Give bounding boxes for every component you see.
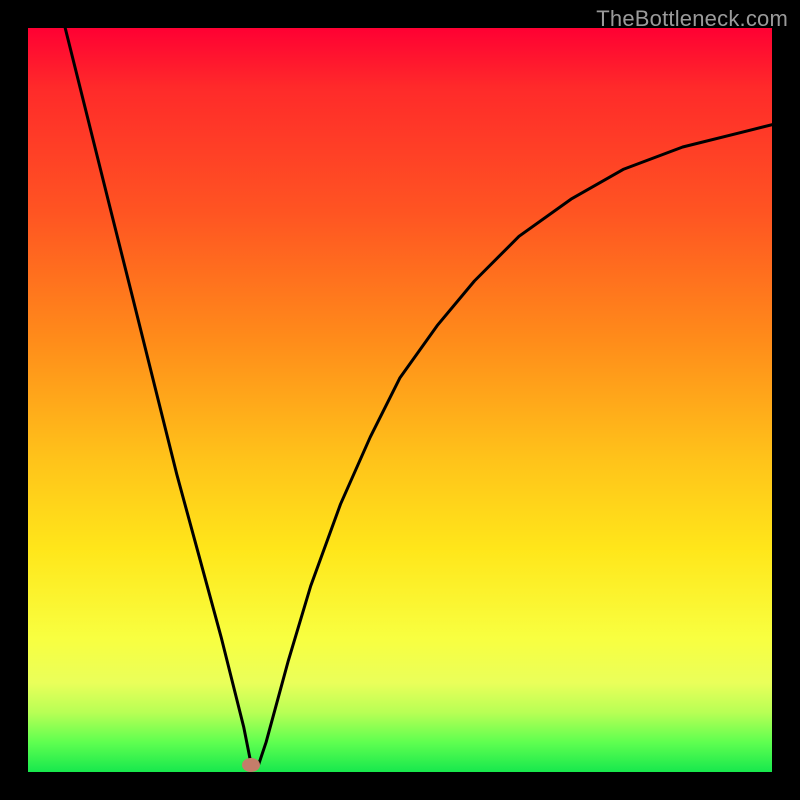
chart-frame: TheBottleneck.com bbox=[0, 0, 800, 800]
plot-area bbox=[28, 28, 772, 772]
optimal-point-marker bbox=[242, 758, 260, 772]
bottleneck-curve bbox=[28, 28, 772, 772]
